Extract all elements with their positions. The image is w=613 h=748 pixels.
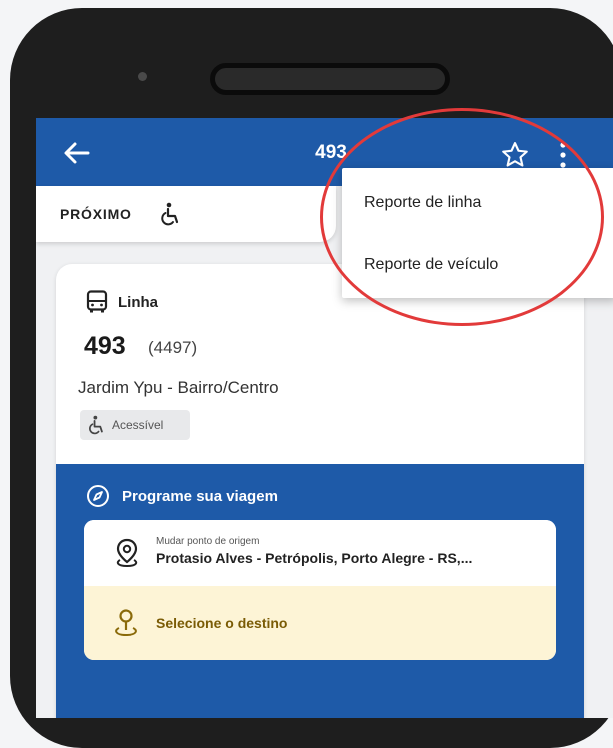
earpiece-speaker [210, 63, 450, 95]
highlight-annotation-circle [320, 108, 604, 326]
accessible-badge: Acessível [80, 410, 190, 440]
line-card: Linha 493 (4497) Jardim Ypu - Bairro/Cen… [56, 264, 584, 718]
trip-planner-panel: Programe sua viagem Mudar ponto de orige… [56, 464, 584, 718]
bus-icon [86, 290, 108, 314]
wheelchair-icon [160, 202, 182, 226]
line-section-label: Linha [118, 294, 158, 311]
plan-title: Programe sua viagem [122, 488, 278, 505]
tab-label: PRÓXIMO [60, 206, 132, 222]
wheelchair-icon [88, 415, 106, 435]
origin-hint: Mudar ponto de origem [156, 536, 260, 547]
destination-label: Selecione o destino [156, 615, 288, 631]
origin-field[interactable]: Mudar ponto de origem Protasio Alves - P… [84, 520, 556, 586]
front-camera [138, 72, 147, 81]
route-box: Mudar ponto de origem Protasio Alves - P… [84, 520, 556, 660]
location-pin-icon [114, 538, 140, 568]
origin-value: Protasio Alves - Petrópolis, Porto Alegr… [156, 550, 473, 566]
badge-label: Acessível [112, 418, 164, 432]
line-number: 493 [84, 332, 126, 360]
destination-pin-icon [112, 608, 140, 638]
compass-icon [86, 484, 110, 508]
line-code: (4497) [148, 338, 198, 357]
tab-proximo[interactable]: PRÓXIMO [36, 186, 336, 242]
destination-field[interactable]: Selecione o destino [84, 586, 556, 660]
line-route: Jardim Ypu - Bairro/Centro [78, 378, 279, 397]
